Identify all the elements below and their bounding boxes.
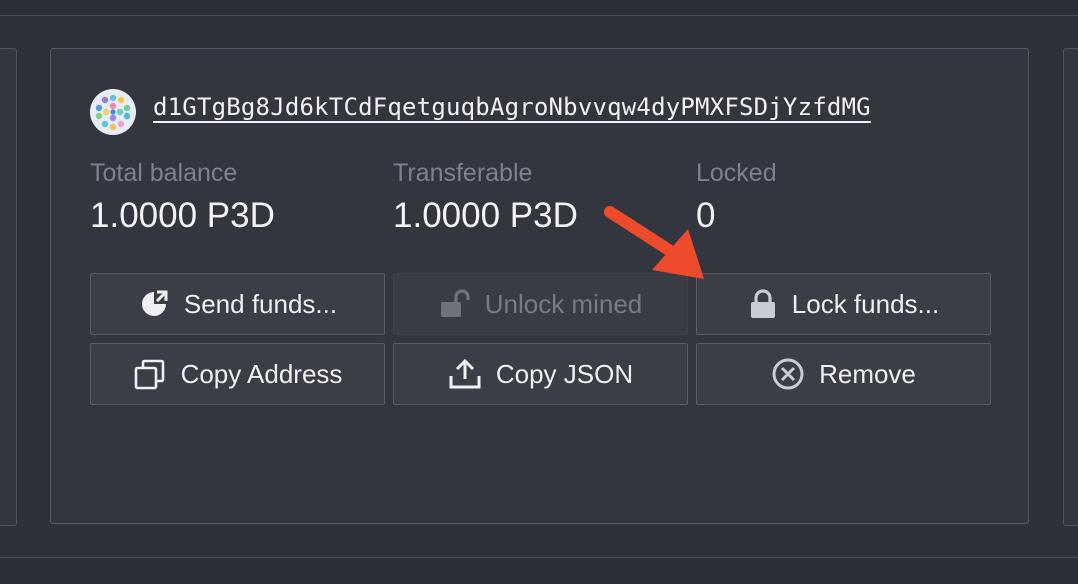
- close-circle-icon: [771, 357, 805, 391]
- copy-json-button[interactable]: Copy JSON: [393, 343, 688, 405]
- lock-icon: [748, 288, 778, 320]
- total-balance-label: Total balance: [90, 159, 238, 187]
- top-panel-edge: [0, 0, 1078, 16]
- next-account-card: [1063, 48, 1078, 526]
- copy-address-button[interactable]: Copy Address: [90, 343, 385, 405]
- account-address[interactable]: d1GTgBg8Jd6kTCdFqetguqbAgroNbvvqw4dyPMXF…: [153, 93, 871, 121]
- transferable-label: Transferable: [393, 159, 533, 187]
- transferable-stat: Transferable 1.0000 P3D: [393, 159, 578, 236]
- send-funds-label: Send funds...: [183, 288, 338, 319]
- bottom-panel-edge: [0, 557, 1078, 584]
- copy-json-label: Copy JSON: [495, 358, 634, 389]
- identicon-avatar[interactable]: [90, 89, 136, 135]
- lock-funds-label: Lock funds...: [791, 288, 940, 319]
- locked-label: Locked: [696, 159, 777, 187]
- account-card: d1GTgBg8Jd6kTCdFqetguqbAgroNbvvqw4dyPMXF…: [50, 48, 1029, 524]
- annotation-arrow: [604, 206, 704, 279]
- send-icon: [138, 288, 170, 320]
- send-funds-button[interactable]: Send funds...: [90, 273, 385, 335]
- unlock-icon: [439, 288, 471, 320]
- total-balance-value: 1.0000 P3D: [90, 196, 275, 235]
- copy-icon: [133, 358, 167, 390]
- transferable-value: 1.0000 P3D: [393, 196, 578, 235]
- upload-icon: [448, 358, 482, 390]
- remove-label: Remove: [819, 358, 916, 389]
- total-balance-stat: Total balance 1.0000 P3D: [90, 159, 275, 236]
- previous-account-card: [0, 48, 17, 526]
- lock-funds-button[interactable]: Lock funds...: [696, 273, 991, 335]
- remove-button[interactable]: Remove: [696, 343, 991, 405]
- app-window: d1GTgBg8Jd6kTCdFqetguqbAgroNbvvqw4dyPMXF…: [0, 0, 1078, 584]
- unlock-mined-label: Unlock mined: [484, 288, 643, 319]
- copy-address-label: Copy Address: [180, 358, 343, 389]
